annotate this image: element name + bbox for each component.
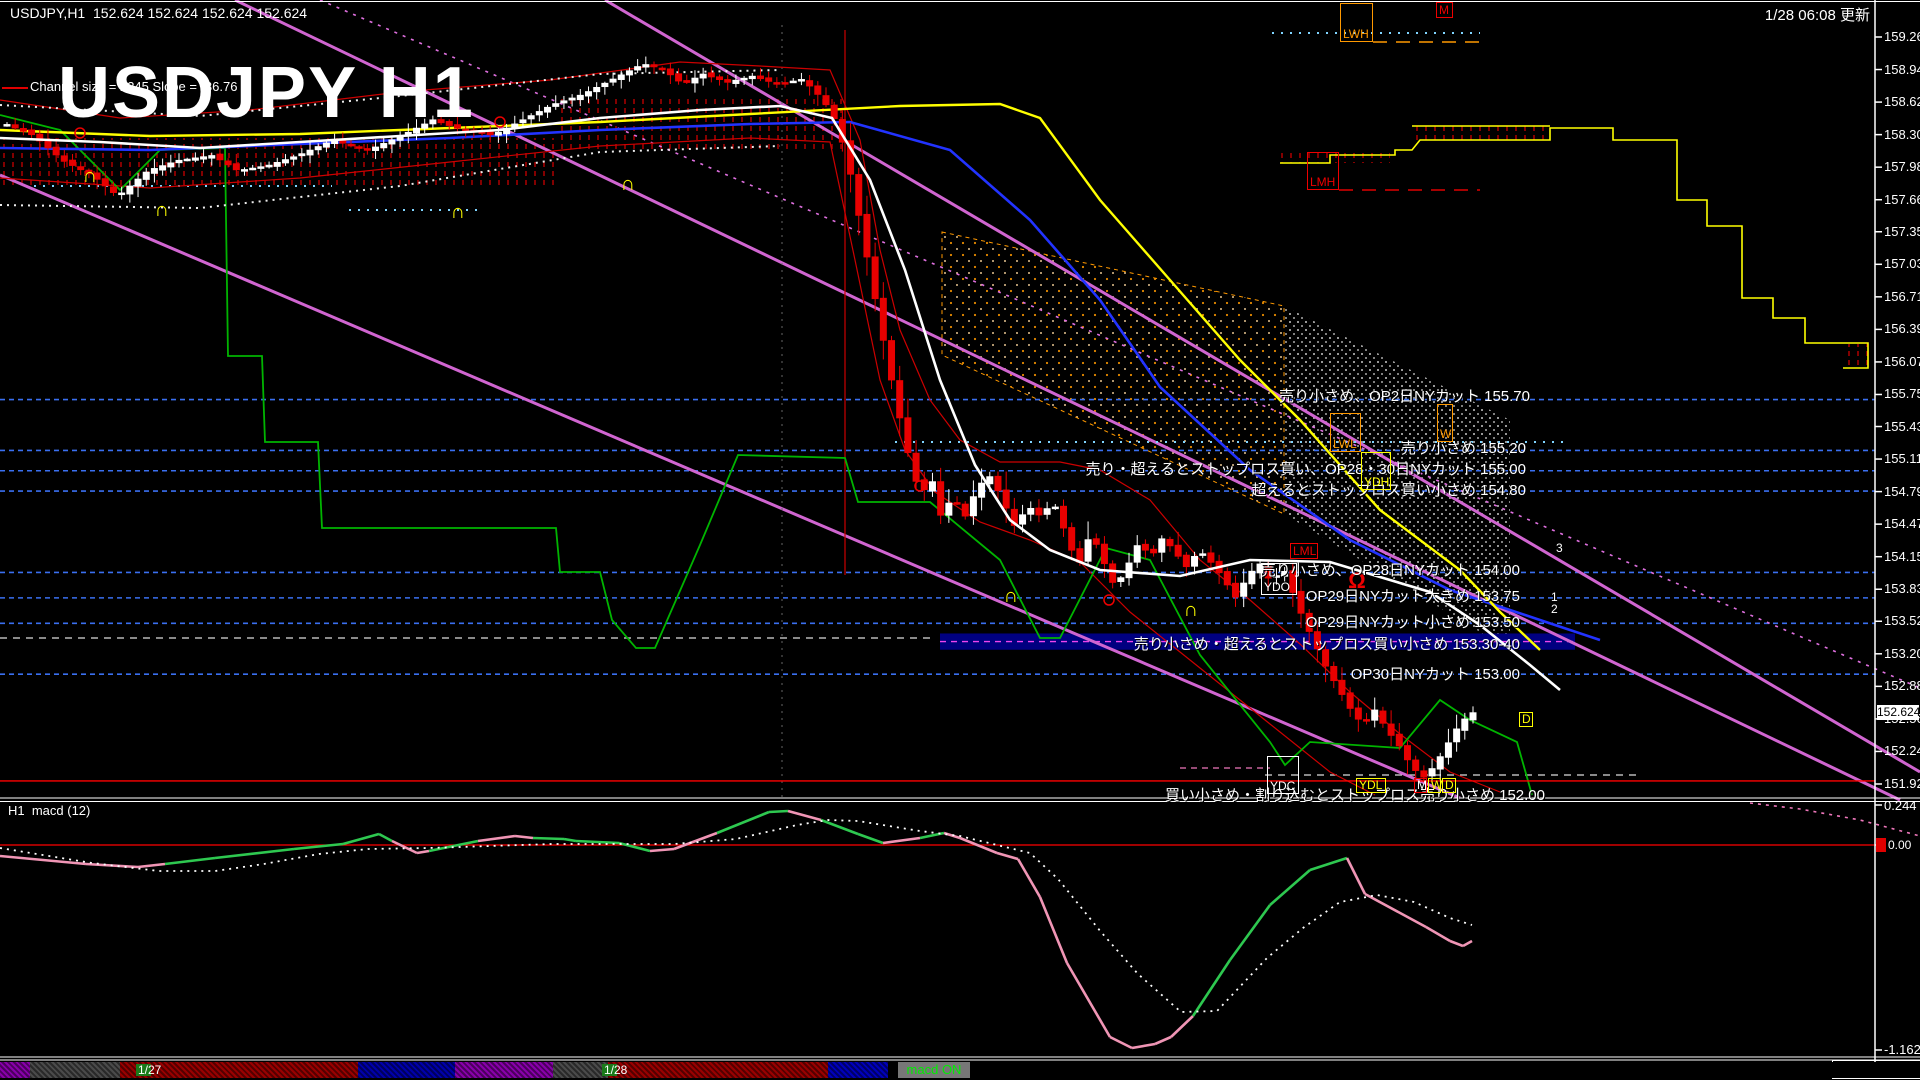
price-axis-tick: 156.710 [1884,289,1920,304]
pivot-label-ydo: YDO [1261,563,1297,595]
macd-axis-max: 0.244 [1884,798,1917,813]
price-axis-tick: 157.350 [1884,224,1920,239]
price-axis-tick: 156.390 [1884,321,1920,336]
price-axis-tick: 153.835 [1884,581,1920,596]
pivot-label-w: W [1428,778,1441,793]
price-axis-tick: 154.155 [1884,549,1920,564]
price-axis-tick: 157.030 [1884,256,1920,271]
ohlc-readout: USDJPY,H1 152.624 152.624 152.624 152.62… [10,5,307,21]
session-segment [553,1062,608,1078]
chart-annotation: 売り・超えるとストップロス買い、OP28・30日NYカット 155.00 [1086,458,1526,479]
session-date-label: 1/28 [604,1063,627,1077]
last-update-time: 1/28 06:08 更新 [1765,4,1870,25]
session-segment [358,1062,455,1078]
pivot-label-d: D [1519,712,1533,727]
pivot-label-w: W [1437,404,1453,442]
pivot-label-ydl: YDL [1356,778,1386,793]
macd-zero-tag [1876,838,1886,852]
price-axis-tick: 157.985 [1884,159,1920,174]
svg-text:∩: ∩ [1184,599,1198,621]
pivot-label-lml: LML [1290,543,1318,559]
price-axis-tick: 155.115 [1884,451,1920,466]
wave-count-number: 2 [1551,602,1558,616]
chart-annotation: OP29日NYカット大きめ 153.75 [1306,585,1520,606]
chart-annotation: OP29日NYカット小さめ 153.50 [1306,611,1520,632]
price-axis-tick: 153.520 [1884,613,1920,628]
price-axis-tick: 151.920 [1884,776,1920,791]
session-date-highlight [136,1064,151,1076]
macd-on-toggle[interactable]: macd ON [898,1062,970,1078]
price-axis-tick: 155.750 [1884,386,1920,401]
price-axis-tick: 155.435 [1884,419,1920,434]
macd-pane-title: H1 macd (12) [8,803,90,818]
svg-text:∩: ∩ [621,173,635,195]
price-axis-tick: 156.070 [1884,354,1920,369]
price-axis-tick: 157.665 [1884,192,1920,207]
session-segment [608,1062,828,1078]
chart-annotation: OP30日NYカット 153.00 [1351,663,1520,684]
session-segment [0,1062,30,1078]
pivot-label-m: M [1414,778,1427,793]
pivot-label-d: D [1442,778,1456,793]
pivot-label-lmh: LMH [1307,152,1339,190]
mt4-chart-window: ∩∩∩∩∩∩Ω USDJPY H1 USDJPY,H1 152.624 152.… [0,0,1920,1080]
pivot-label-ydh: YDH [1361,452,1391,490]
price-axis-tick: 154.475 [1884,516,1920,531]
pivot-label-lwh: LWH [1340,3,1373,42]
svg-text:∩: ∩ [83,165,97,187]
session-segment [888,1062,1828,1078]
price-axis-tick: 152.880 [1884,678,1920,693]
channel-marker [2,87,28,89]
chart-canvas[interactable]: ∩∩∩∩∩∩Ω [0,0,1920,1080]
macd-axis-min: -1.162 [1884,1042,1920,1057]
price-axis-tick: 154.795 [1884,484,1920,499]
chart-annotation: 売り小さめ、OP28日NYカット 154.00 [1261,559,1520,580]
session-date-label: 1/27 [138,1063,161,1077]
pivot-label-m: M [1436,2,1453,18]
price-axis-tick: 159.265 [1884,29,1920,44]
price-axis-tick: 153.200 [1884,646,1920,661]
price-axis-tick: 158.625 [1884,94,1920,109]
session-segment [30,1062,120,1078]
chart-annotation: 売り小さめ・超えるとストップロス買い小さめ 153.30-40 [1134,633,1520,654]
wave-count-number: 3 [1556,541,1563,555]
svg-text:∩: ∩ [155,199,169,221]
session-segment [455,1062,553,1078]
current-price-tag: 152.624 [1877,705,1919,720]
price-axis-tick: 158.945 [1884,62,1920,77]
price-axis-tick: 158.305 [1884,127,1920,142]
session-date-highlight [602,1064,617,1076]
chart-annotation: 売り小さめ、OP2日NYカット 155.70 [1279,385,1530,406]
price-axis-tick: 152.240 [1884,743,1920,758]
session-segment [828,1062,888,1078]
pivot-label-lwl: LWL [1330,413,1361,452]
chart-annotation: 売り小さめ 155.20 [1401,437,1526,458]
macd-zero-label: 0.00 [1888,838,1911,852]
channel-info-label: Channel size = 2345 Slope = -36.76 [30,79,237,94]
svg-text:∩: ∩ [1004,585,1018,607]
svg-text:∩: ∩ [451,201,465,223]
chart-annotation: 買い小さめ・割り込むとストップロス売り小さめ 152.00 [1165,784,1545,805]
pivot-label-ydc: YDC [1267,756,1299,794]
